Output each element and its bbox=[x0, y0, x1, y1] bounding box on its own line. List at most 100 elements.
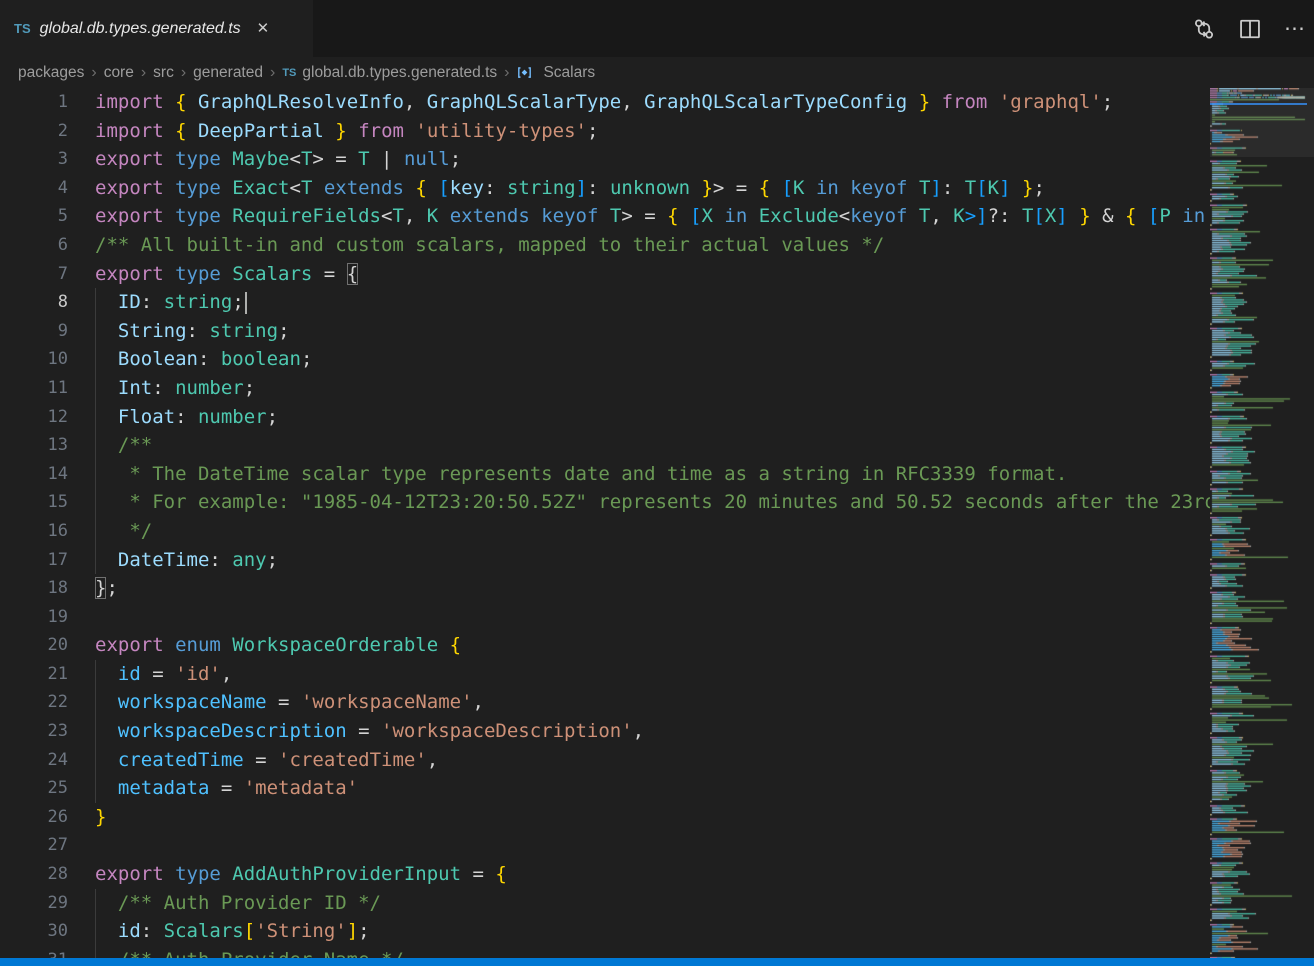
symbol-type-icon bbox=[516, 64, 538, 81]
code-text: workspaceName = 'workspaceName', bbox=[95, 688, 484, 717]
code-text: workspaceDescription = 'workspaceDescrip… bbox=[95, 717, 644, 746]
code-line[interactable]: 14 * The DateTime scalar type represents… bbox=[0, 460, 1210, 489]
code-text: DateTime: any; bbox=[95, 546, 278, 575]
code-line[interactable]: 9 String: string; bbox=[0, 317, 1210, 346]
code-text: } bbox=[95, 803, 106, 832]
code-line[interactable]: 20export enum WorkspaceOrderable { bbox=[0, 631, 1210, 660]
code-line[interactable]: 13 /** bbox=[0, 431, 1210, 460]
code-line[interactable]: 18}; bbox=[0, 574, 1210, 603]
code-text: Boolean: boolean; bbox=[95, 345, 312, 374]
breadcrumb-item-src[interactable]: src bbox=[153, 64, 174, 82]
line-number: 5 bbox=[0, 202, 68, 231]
code-text: id = 'id', bbox=[95, 660, 232, 689]
code-text: export type Scalars = { bbox=[95, 260, 358, 289]
code-text: /** Auth Provider Name */ bbox=[95, 946, 404, 958]
code-line[interactable]: 7export type Scalars = { bbox=[0, 260, 1210, 289]
breadcrumb-item-scalars[interactable]: Scalars bbox=[516, 64, 595, 82]
code-text: metadata = 'metadata' bbox=[95, 774, 358, 803]
indent-guide bbox=[95, 431, 96, 460]
indent-guide bbox=[95, 889, 96, 918]
line-number: 1 bbox=[0, 88, 68, 117]
close-icon[interactable]: ✕ bbox=[255, 19, 272, 38]
breadcrumb-separator-icon: › bbox=[91, 64, 96, 82]
indent-guide bbox=[95, 717, 96, 746]
breadcrumb-label: packages bbox=[18, 64, 84, 82]
split-editor-icon[interactable] bbox=[1238, 17, 1262, 41]
editor-actions: ⋯ bbox=[1192, 0, 1306, 57]
breadcrumb-item-core[interactable]: core bbox=[104, 64, 134, 82]
code-editor[interactable]: 1import { GraphQLResolveInfo, GraphQLSca… bbox=[0, 88, 1210, 958]
breadcrumb-label: global.db.types.generated.ts bbox=[302, 64, 497, 82]
open-changes-icon[interactable] bbox=[1192, 17, 1216, 41]
code-line[interactable]: 19 bbox=[0, 603, 1210, 632]
breadcrumb-separator-icon: › bbox=[181, 64, 186, 82]
line-number: 11 bbox=[0, 374, 68, 403]
code-line[interactable]: 30 id: Scalars['String']; bbox=[0, 917, 1210, 946]
line-number: 9 bbox=[0, 317, 68, 346]
code-line[interactable]: 15 * For example: "1985-04-12T23:20:50.5… bbox=[0, 488, 1210, 517]
ts-file-icon: TS bbox=[282, 67, 296, 79]
line-number: 4 bbox=[0, 174, 68, 203]
code-line[interactable]: 8 ID: string; bbox=[0, 288, 1210, 317]
breadcrumb-separator-icon: › bbox=[504, 64, 509, 82]
code-line[interactable]: 22 workspaceName = 'workspaceName', bbox=[0, 688, 1210, 717]
code-line[interactable]: 31 /** Auth Provider Name */ bbox=[0, 946, 1210, 958]
line-number: 2 bbox=[0, 117, 68, 146]
indent-guide bbox=[95, 774, 96, 803]
code-text: id: Scalars['String']; bbox=[95, 917, 370, 946]
line-number: 3 bbox=[0, 145, 68, 174]
line-number: 19 bbox=[0, 603, 68, 632]
tab-global-db-types[interactable]: TS global.db.types.generated.ts ✕ bbox=[0, 0, 313, 57]
code-line[interactable]: 29 /** Auth Provider ID */ bbox=[0, 889, 1210, 918]
code-line[interactable]: 24 createdTime = 'createdTime', bbox=[0, 746, 1210, 775]
code-text: * The DateTime scalar type represents da… bbox=[95, 460, 1067, 489]
code-line[interactable]: 4export type Exact<T extends { [key: str… bbox=[0, 174, 1210, 203]
code-line[interactable]: 27 bbox=[0, 831, 1210, 860]
status-bar bbox=[0, 958, 1314, 966]
indent-guide bbox=[95, 688, 96, 717]
code-text: }; bbox=[95, 574, 118, 603]
indent-guide bbox=[95, 660, 96, 689]
code-text: export type AddAuthProviderInput = { bbox=[95, 860, 507, 889]
code-text: */ bbox=[95, 517, 152, 546]
code-text: createdTime = 'createdTime', bbox=[95, 746, 438, 775]
code-text: String: string; bbox=[95, 317, 290, 346]
indent-guide bbox=[95, 317, 96, 346]
line-number: 27 bbox=[0, 831, 68, 860]
ts-file-icon: TS bbox=[14, 21, 31, 36]
code-line[interactable]: 28export type AddAuthProviderInput = { bbox=[0, 860, 1210, 889]
indent-guide bbox=[95, 403, 96, 432]
breadcrumb-item-generated[interactable]: generated bbox=[193, 64, 263, 82]
code-line[interactable]: 25 metadata = 'metadata' bbox=[0, 774, 1210, 803]
code-text: /** Auth Provider ID */ bbox=[95, 889, 381, 918]
code-line[interactable]: 2import { DeepPartial } from 'utility-ty… bbox=[0, 117, 1210, 146]
breadcrumb-item-global-db-types-generated-ts[interactable]: TS global.db.types.generated.ts bbox=[282, 64, 497, 82]
code-line[interactable]: 17 DateTime: any; bbox=[0, 546, 1210, 575]
code-line[interactable]: 23 workspaceDescription = 'workspaceDesc… bbox=[0, 717, 1210, 746]
code-line[interactable]: 21 id = 'id', bbox=[0, 660, 1210, 689]
text-cursor bbox=[245, 292, 247, 314]
code-line[interactable]: 1import { GraphQLResolveInfo, GraphQLSca… bbox=[0, 88, 1210, 117]
code-line[interactable]: 16 */ bbox=[0, 517, 1210, 546]
breadcrumb-item-packages[interactable]: packages bbox=[18, 64, 84, 82]
code-line[interactable]: 6/** All built-in and custom scalars, ma… bbox=[0, 231, 1210, 260]
indent-guide bbox=[95, 460, 96, 489]
line-number: 25 bbox=[0, 774, 68, 803]
code-line[interactable]: 5export type RequireFields<T, K extends … bbox=[0, 202, 1210, 231]
indent-guide bbox=[95, 517, 96, 546]
breadcrumb: packages›core›src›generated›TSglobal.db.… bbox=[0, 57, 1314, 88]
minimap-slider[interactable] bbox=[1210, 88, 1314, 157]
code-line[interactable]: 10 Boolean: boolean; bbox=[0, 345, 1210, 374]
code-line[interactable]: 3export type Maybe<T> = T | null; bbox=[0, 145, 1210, 174]
minimap-canvas bbox=[1210, 88, 1314, 958]
minimap[interactable] bbox=[1210, 88, 1314, 958]
code-line[interactable]: 12 Float: number; bbox=[0, 403, 1210, 432]
more-actions-icon[interactable]: ⋯ bbox=[1284, 24, 1306, 34]
code-line[interactable]: 11 Int: number; bbox=[0, 374, 1210, 403]
code-line[interactable]: 26} bbox=[0, 803, 1210, 832]
indent-guide bbox=[95, 288, 96, 317]
indent-guide bbox=[95, 488, 96, 517]
line-number: 26 bbox=[0, 803, 68, 832]
code-text: export enum WorkspaceOrderable { bbox=[95, 631, 461, 660]
breadcrumb-label: generated bbox=[193, 64, 263, 82]
